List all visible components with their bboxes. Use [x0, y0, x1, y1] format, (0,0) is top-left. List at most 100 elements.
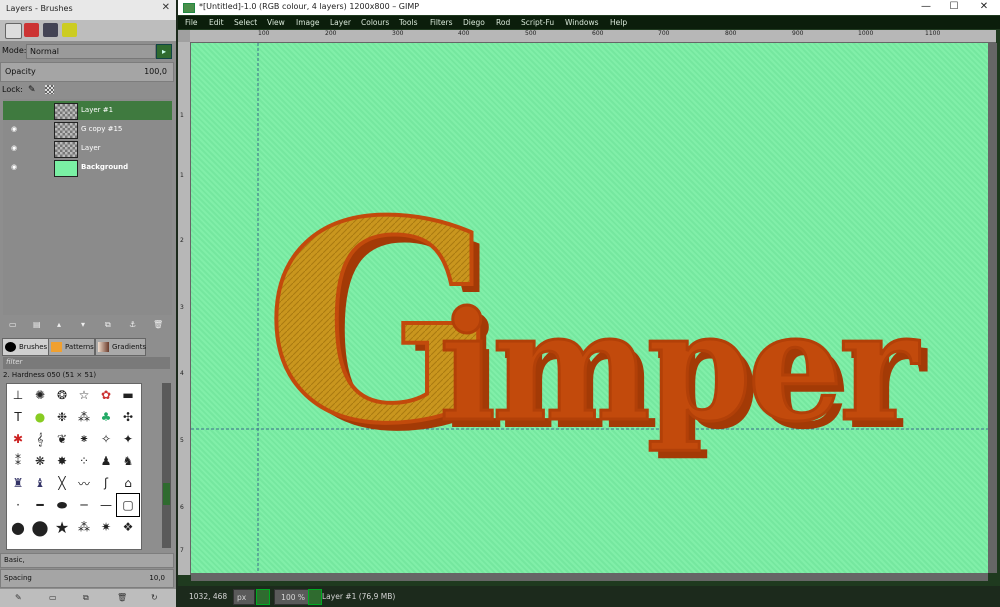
- horizontal-scrollbar[interactable]: [191, 573, 988, 581]
- brush-filter-input[interactable]: filter: [3, 357, 170, 369]
- brush-cell[interactable]: ❂: [51, 384, 73, 406]
- menu-script-fu[interactable]: Script-Fu: [521, 18, 554, 27]
- edit-brush-icon[interactable]: ✎: [15, 593, 22, 602]
- brush-cell[interactable]: ♜: [7, 472, 29, 494]
- opacity-slider[interactable]: Opacity 100,0: [0, 62, 174, 82]
- close-icon[interactable]: ✕: [970, 0, 998, 15]
- paths-tab-icon[interactable]: [43, 23, 58, 37]
- unit-chevron-icon[interactable]: [256, 589, 270, 605]
- brush-cell[interactable]: ●: [7, 516, 29, 538]
- new-brush-icon[interactable]: ▭: [49, 593, 57, 602]
- delete-layer-icon[interactable]: 🗑: [153, 320, 163, 329]
- brush-cell[interactable]: ✿: [95, 384, 117, 406]
- brush-cell[interactable]: ⁘: [73, 450, 95, 472]
- tab-patterns[interactable]: Patterns: [48, 338, 95, 356]
- brush-cell[interactable]: ·: [7, 494, 29, 516]
- lock-pixels-icon[interactable]: ✎: [28, 85, 36, 95]
- tab-gradients[interactable]: Gradients: [95, 338, 146, 356]
- brush-preset-field[interactable]: Basic,: [0, 553, 174, 568]
- dock-close-icon[interactable]: ✕: [162, 2, 170, 13]
- refresh-brushes-icon[interactable]: ↻: [151, 593, 158, 602]
- menu-diego[interactable]: Diego: [463, 18, 485, 27]
- visibility-eye-icon[interactable]: ◉: [11, 163, 17, 171]
- brush-cell[interactable]: ✸: [51, 450, 73, 472]
- mode-select[interactable]: Normal: [26, 44, 156, 59]
- zoom-chevron-icon[interactable]: [308, 589, 322, 605]
- brush-cell[interactable]: ●: [29, 406, 51, 428]
- brush-cell[interactable]: ♞: [117, 450, 139, 472]
- spacing-slider[interactable]: Spacing 10,0: [0, 569, 174, 588]
- unit-select[interactable]: px: [233, 589, 255, 605]
- delete-brush-icon[interactable]: 🗑: [117, 593, 127, 602]
- new-layer-icon[interactable]: ▭: [9, 320, 17, 329]
- menu-windows[interactable]: Windows: [565, 18, 598, 27]
- brush-cell[interactable]: ⁕: [73, 428, 95, 450]
- brush-cell-selected[interactable]: ▢: [116, 493, 140, 517]
- layer-row[interactable]: ◉ G copy #15: [3, 120, 172, 139]
- brush-cell[interactable]: ▬: [117, 384, 139, 406]
- brush-cell[interactable]: ✱: [7, 428, 29, 450]
- brush-cell[interactable]: ❖: [117, 516, 139, 538]
- horizontal-ruler[interactable]: 100 200 300 400 500 600 700 800 900 1000…: [190, 30, 996, 43]
- brush-cell[interactable]: ✣: [117, 406, 139, 428]
- brush-cell[interactable]: ❋: [29, 450, 51, 472]
- brush-cell[interactable]: ♣: [95, 406, 117, 428]
- maximize-icon[interactable]: ☐: [940, 0, 968, 15]
- brush-cell[interactable]: ❉: [51, 406, 73, 428]
- menu-colours[interactable]: Colours: [361, 18, 389, 27]
- brush-cell[interactable]: ✧: [95, 428, 117, 450]
- brush-cell[interactable]: ━: [29, 494, 51, 516]
- brush-cell[interactable]: 〰: [73, 472, 95, 494]
- brush-cell[interactable]: ⬬: [51, 494, 73, 516]
- menu-help[interactable]: Help: [610, 18, 627, 27]
- brush-cell[interactable]: ✺: [29, 384, 51, 406]
- layers-tab-icon[interactable]: [5, 23, 22, 39]
- lower-layer-icon[interactable]: ▾: [81, 320, 89, 329]
- ruler-corner[interactable]: [178, 30, 190, 42]
- image-canvas[interactable]: G imper G imper: [191, 43, 988, 573]
- layer-row[interactable]: ◉ Layer: [3, 139, 172, 158]
- duplicate-layer-icon[interactable]: ⧉: [105, 320, 113, 329]
- raise-layer-icon[interactable]: ▴: [57, 320, 65, 329]
- brush-cell[interactable]: —: [95, 494, 117, 516]
- anchor-layer-icon[interactable]: ⚓: [129, 320, 137, 329]
- brush-cell[interactable]: ─: [73, 494, 95, 516]
- brush-cell[interactable]: ⁂: [73, 516, 95, 538]
- minimize-icon[interactable]: —: [912, 0, 940, 15]
- menu-edit[interactable]: Edit: [209, 18, 224, 27]
- brush-cell[interactable]: ✦: [117, 428, 139, 450]
- layer-row[interactable]: ◉ Background: [3, 158, 172, 177]
- brush-cell[interactable]: 𝄞: [29, 428, 51, 450]
- duplicate-brush-icon[interactable]: ⧉: [83, 593, 89, 603]
- brush-cell[interactable]: ❦: [51, 428, 73, 450]
- brush-cell[interactable]: ●: [29, 515, 51, 539]
- visibility-eye-icon[interactable]: ◉: [11, 125, 17, 133]
- tab-brushes[interactable]: Brushes: [2, 338, 50, 356]
- menu-filters[interactable]: Filters: [430, 18, 452, 27]
- brush-cell[interactable]: ★: [51, 516, 73, 538]
- lock-alpha-icon[interactable]: [45, 85, 54, 94]
- undo-history-tab-icon[interactable]: [62, 23, 77, 37]
- brush-cell[interactable]: ♝: [29, 472, 51, 494]
- new-layer-group-icon[interactable]: ▤: [33, 320, 41, 329]
- brush-cell[interactable]: ⁑: [7, 450, 29, 472]
- menu-file[interactable]: File: [185, 18, 198, 27]
- visibility-eye-icon[interactable]: ◉: [11, 144, 17, 152]
- layer-row[interactable]: Layer #1: [3, 101, 172, 120]
- vertical-scrollbar[interactable]: [988, 43, 997, 573]
- brush-cell[interactable]: ╳: [51, 472, 73, 494]
- menu-select[interactable]: Select: [234, 18, 257, 27]
- brush-cell[interactable]: ⊥: [7, 384, 29, 406]
- brush-cell[interactable]: T: [7, 406, 29, 428]
- menu-view[interactable]: View: [267, 18, 285, 27]
- brush-cell[interactable]: ⌂: [117, 472, 139, 494]
- brush-cell[interactable]: ʃ: [95, 472, 117, 494]
- menu-rod[interactable]: Rod: [496, 18, 510, 27]
- menu-image[interactable]: Image: [296, 18, 320, 27]
- channels-tab-icon[interactable]: [24, 23, 39, 37]
- brush-scrollbar[interactable]: [162, 383, 171, 548]
- mode-chevron-icon[interactable]: ▸: [156, 44, 172, 59]
- brush-cell[interactable]: ♟: [95, 450, 117, 472]
- zoom-select[interactable]: 100 %: [274, 589, 310, 605]
- brush-cell[interactable]: ☆: [73, 384, 95, 406]
